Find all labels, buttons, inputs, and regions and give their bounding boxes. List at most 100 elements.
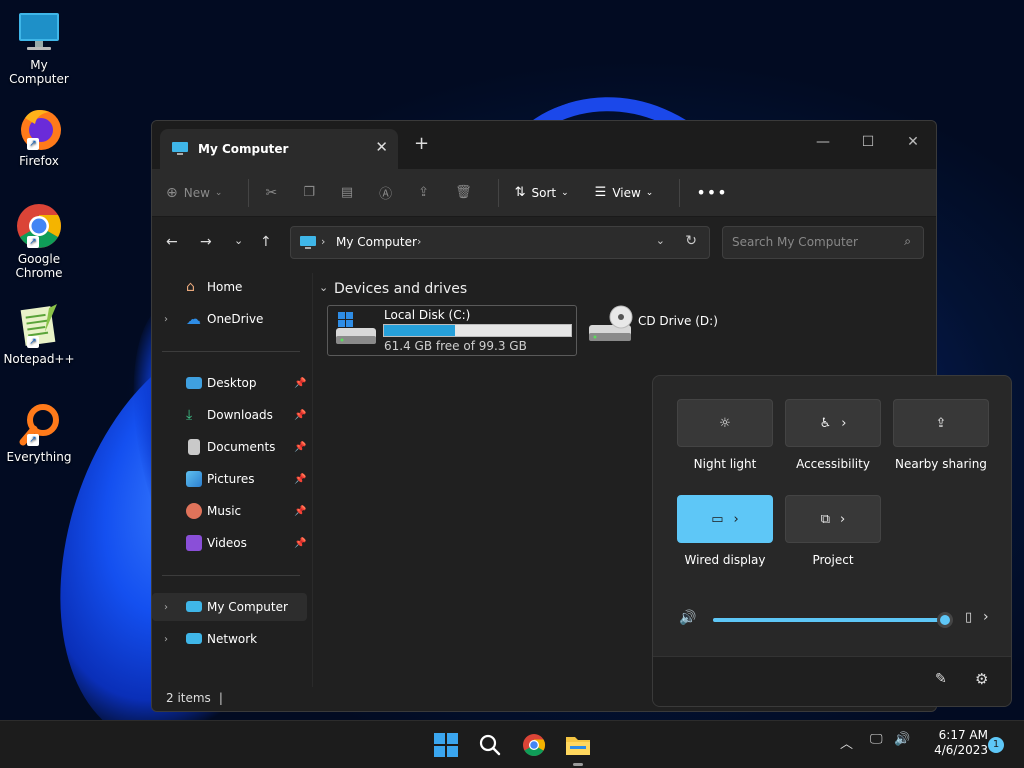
nearby-sharing-toggle[interactable]: ⇪: [893, 399, 989, 447]
more-options-button[interactable]: •••: [696, 183, 727, 202]
sidebar-item-label: Home: [207, 280, 243, 294]
toolbar-divider: [248, 178, 250, 207]
address-history-chevron-icon[interactable]: ⌄: [656, 234, 665, 247]
show-hidden-icons-chevron-icon[interactable]: ︿: [840, 733, 853, 752]
computer-icon: [15, 8, 63, 56]
cd-drive-icon: [589, 305, 633, 341]
view-button[interactable]: ☰ View ⌄: [595, 185, 654, 200]
pin-icon[interactable]: 📌: [294, 506, 306, 517]
pin-icon[interactable]: 📌: [294, 442, 306, 453]
desktop-icon-everything[interactable]: ↗ Everything: [0, 400, 78, 464]
desktop-icon-notepadpp[interactable]: ↗ Notepad++: [0, 302, 78, 366]
refresh-icon[interactable]: ↻: [685, 233, 697, 249]
sidebar-item-documents[interactable]: Documents 📌: [152, 433, 307, 461]
recent-chevron-icon[interactable]: ⌄: [234, 234, 243, 247]
firefox-icon: ↗: [15, 104, 63, 152]
notification-badge[interactable]: 1: [988, 737, 1004, 753]
tile-label: Wired display: [684, 553, 766, 567]
chevron-right-icon: ›: [840, 511, 846, 527]
new-label: New: [183, 185, 210, 200]
search-button[interactable]: [474, 729, 506, 761]
navigation-pane: ⌂ Home › ☁ OneDrive Desktop 📌 ⤓ Downloads 📌 Do…: [152, 273, 312, 687]
new-tab-button[interactable]: +: [414, 133, 429, 154]
sidebar-item-videos[interactable]: Videos 📌: [152, 529, 307, 557]
search-icon: ⌕: [904, 234, 911, 248]
drive-tile-c[interactable]: Local Disk (C:) 61.4 GB free of 99.3 GB: [327, 305, 577, 356]
sidebar-item-pictures[interactable]: Pictures 📌: [152, 465, 307, 493]
share-icon: ⇪: [418, 185, 430, 200]
network-icon[interactable]: 🖵: [870, 732, 883, 747]
desktop-icon-my-computer[interactable]: My Computer: [0, 8, 78, 86]
sidebar-item-downloads[interactable]: ⤓ Downloads 📌: [152, 401, 307, 429]
new-button[interactable]: ⊕ New ⌄: [166, 185, 222, 201]
pin-icon[interactable]: 📌: [294, 410, 306, 421]
sort-icon: ⇅: [514, 185, 526, 200]
wired-display-toggle[interactable]: ▭ ›: [677, 495, 773, 543]
volume-thumb[interactable]: [937, 612, 953, 628]
sidebar-item-music[interactable]: Music 📌: [152, 497, 307, 525]
computer-icon: [172, 142, 188, 155]
chevron-right-icon: ›: [841, 415, 847, 431]
pin-icon[interactable]: 📌: [294, 378, 306, 389]
clock[interactable]: 6:17 AM 4/6/2023: [918, 728, 988, 758]
sidebar-item-my-computer[interactable]: › My Computer: [152, 593, 307, 621]
rename-button[interactable]: Ⓐ: [379, 183, 392, 202]
sort-button[interactable]: ⇅ Sort ⌄: [515, 185, 569, 200]
tile-label: Project: [812, 553, 854, 567]
chrome-icon: [523, 734, 545, 756]
forward-arrow-icon[interactable]: →: [200, 234, 212, 250]
toolbar-divider: [679, 178, 681, 207]
sidebar-item-desktop[interactable]: Desktop 📌: [152, 369, 307, 397]
collapse-chevron-icon[interactable]: ⌄: [319, 281, 328, 294]
toolbar-divider: [497, 178, 499, 207]
start-button[interactable]: [430, 729, 462, 761]
quick-settings-footer: ✎ ⚙: [653, 656, 1011, 706]
project-toggle[interactable]: ⧉ ›: [785, 495, 881, 543]
close-tab-icon[interactable]: ✕: [375, 138, 388, 156]
drive-usage-fill: [384, 325, 456, 336]
tab-my-computer[interactable]: My Computer ✕: [160, 129, 398, 169]
close-window-button[interactable]: ✕: [890, 127, 936, 157]
view-label: View: [612, 185, 641, 200]
up-arrow-icon[interactable]: ↑: [260, 234, 272, 250]
brightness-icon: ☼: [719, 415, 731, 431]
taskbar-chrome[interactable]: [518, 729, 550, 761]
minimize-button[interactable]: —: [800, 127, 846, 157]
volume-icon[interactable]: 🔊: [679, 610, 696, 626]
volume-slider[interactable]: [713, 612, 953, 628]
pin-icon[interactable]: 📌: [294, 538, 306, 549]
accessibility-toggle[interactable]: ♿ ›: [785, 399, 881, 447]
sidebar-item-onedrive[interactable]: › ☁ OneDrive: [152, 305, 307, 333]
maximize-button[interactable]: ☐: [845, 127, 891, 157]
speaker-icon[interactable]: 🔊: [894, 732, 910, 747]
drive-free-space: 61.4 GB free of 99.3 GB: [384, 339, 527, 353]
copy-button[interactable]: ❐: [303, 185, 315, 200]
drive-name: CD Drive (D:): [638, 314, 718, 328]
cut-button[interactable]: ✂: [265, 185, 277, 201]
taskbar: ︿ 🖵 🔊 6:17 AM 4/6/2023 1: [0, 720, 1024, 768]
desktop-icon-label: Firefox: [19, 154, 59, 168]
desktop-icon-firefox[interactable]: ↗ Firefox: [0, 104, 78, 168]
taskbar-file-explorer[interactable]: [562, 729, 594, 761]
drive-tile-d[interactable]: CD Drive (D:): [585, 305, 725, 356]
plus-circle-icon: ⊕: [166, 184, 178, 201]
delete-button[interactable]: 🗑: [455, 185, 472, 200]
trash-icon: 🗑: [455, 185, 472, 200]
night-light-toggle[interactable]: ☼: [677, 399, 773, 447]
breadcrumb[interactable]: My Computer: [336, 235, 417, 249]
clock-time: 6:17 AM: [938, 728, 988, 742]
address-bar[interactable]: › My Computer › ⌄ ↻: [290, 226, 710, 259]
search-box[interactable]: Search My Computer ⌕: [722, 226, 924, 259]
sidebar-item-home[interactable]: ⌂ Home: [152, 273, 307, 301]
chevron-right-icon[interactable]: ›: [983, 609, 989, 625]
back-arrow-icon[interactable]: ←: [166, 234, 178, 250]
sidebar-item-label: Downloads: [207, 408, 273, 422]
desktop-icon-chrome[interactable]: ↗ Google Chrome: [0, 202, 78, 280]
share-button[interactable]: ⇪: [418, 185, 429, 200]
paste-button[interactable]: ▤: [341, 185, 353, 200]
sidebar-item-network[interactable]: › Network: [152, 625, 307, 653]
edit-pencil-icon[interactable]: ✎: [935, 671, 947, 687]
settings-gear-icon[interactable]: ⚙: [975, 670, 988, 688]
audio-output-icon[interactable]: ▯: [965, 610, 972, 625]
pin-icon[interactable]: 📌: [294, 474, 306, 485]
